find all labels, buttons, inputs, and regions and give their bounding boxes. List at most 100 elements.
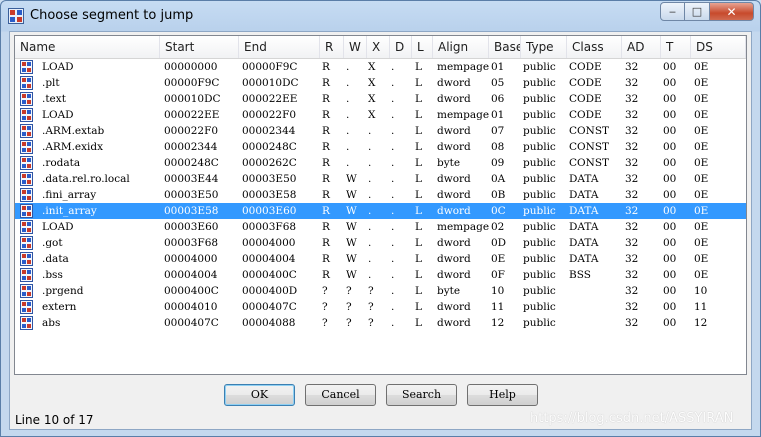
table-row[interactable]: .ARM.extab 000022F0 00002344 R... Ldword 07 pu… xyxy=(15,123,746,139)
cell-class xyxy=(569,299,622,315)
cell-base: 10 xyxy=(491,285,505,297)
cell-x: X xyxy=(368,77,376,89)
segment-icon xyxy=(20,124,33,138)
segment-list[interactable]: Name Start End R W X D L Align Base Type Class AD T DS… xyxy=(14,35,747,375)
table-row[interactable]: .plt 00000F9C 000010DC R. X. Ldword 05 public CO… xyxy=(15,75,746,91)
table-row[interactable]: .bss 00004004 0000400C R W.. Ldword 0F public BS… xyxy=(15,267,746,283)
cell-l: L xyxy=(415,93,422,105)
cell-base: 0A xyxy=(491,173,506,185)
table-row[interactable]: .fini_array 00003E50 00003E58 R W.. Ldword 0B p… xyxy=(15,187,746,203)
cell-d: . xyxy=(391,141,395,153)
column-header-start[interactable]: Start xyxy=(160,36,239,58)
cell-start: 00003E44 xyxy=(164,173,219,185)
cell-ds: 0E xyxy=(694,61,709,73)
table-row[interactable]: .got 00003F68 00004000 R W.. Ldword 0D public DA… xyxy=(15,235,746,251)
cell-class: CONST xyxy=(569,141,610,153)
table-row[interactable]: .prgend 0000400C 0000400D???. Lbyte 10 public… xyxy=(15,283,746,299)
column-header-type[interactable]: Type xyxy=(521,36,567,58)
title-bar[interactable]: Choose segment to jump ‒ □ ✕ xyxy=(1,1,760,31)
table-row[interactable]: .rodata 0000248C 0000262C R... Lbyte 09 public… xyxy=(15,155,746,171)
cell-x: X xyxy=(368,93,376,105)
cell-ad: 32 xyxy=(625,269,639,281)
column-header-ds[interactable]: DS xyxy=(691,36,746,58)
table-row[interactable]: LOAD 000022EE 000022F0 R. X. Lmempage 01 public… xyxy=(15,107,746,123)
segment-icon xyxy=(20,204,33,218)
ok-button[interactable]: OK xyxy=(224,384,295,406)
cancel-button[interactable]: Cancel xyxy=(305,384,376,406)
cell-d: . xyxy=(391,61,395,73)
table-row[interactable]: LOAD 00003E60 00003F68 R W.. Lmempage 02 public… xyxy=(15,219,746,235)
column-header-t[interactable]: T xyxy=(661,36,691,58)
cell-base: 01 xyxy=(491,61,505,73)
table-row[interactable]: .text 000010DC 000022EE R. X. Ldword 06 public C… xyxy=(15,91,746,107)
column-header-w[interactable]: W xyxy=(344,36,367,58)
column-header-ad[interactable]: AD xyxy=(622,36,661,58)
cell-w: . xyxy=(346,125,350,137)
cell-start: 000022EE xyxy=(164,109,220,121)
segment-icon xyxy=(20,60,33,74)
column-header-base[interactable]: Base xyxy=(489,36,521,58)
close-button[interactable]: ✕ xyxy=(710,2,754,21)
table-row[interactable]: .ARM.exidx 00002344 0000248C R... Ldword 08 pu… xyxy=(15,139,746,155)
table-row[interactable]: abs 0000407C 00004088???. Ldword 12 public 32 0… xyxy=(15,315,746,331)
table-row[interactable]: .data.rel.ro.local 00003E44 00003E50 R W.. Ld… xyxy=(15,171,746,187)
cell-l: L xyxy=(415,253,422,265)
list-rows: LOAD 00000000 00000F9C R. X. Lmempage 01 public… xyxy=(15,59,746,331)
maximize-button[interactable]: □ xyxy=(685,2,710,21)
column-header-r[interactable]: R xyxy=(320,36,344,58)
column-header-d[interactable]: D xyxy=(390,36,412,58)
cell-align: dword xyxy=(437,317,471,329)
cell-class: CODE xyxy=(569,109,602,121)
cell-name: LOAD xyxy=(42,109,74,121)
cell-d: . xyxy=(391,173,395,185)
cell-ad: 32 xyxy=(625,205,639,217)
cell-r: R xyxy=(322,189,330,201)
cell-d: . xyxy=(391,205,395,217)
cell-start: 00004000 xyxy=(164,253,218,265)
cell-type: public xyxy=(523,77,556,89)
help-button[interactable]: Help xyxy=(467,384,538,406)
cell-w: . xyxy=(346,61,350,73)
cell-r: R xyxy=(322,269,330,281)
column-header-x[interactable]: X xyxy=(367,36,390,58)
segment-icon xyxy=(20,300,33,314)
segment-icon xyxy=(20,284,33,298)
cell-class: BSS xyxy=(569,269,591,281)
cell-class xyxy=(569,283,622,299)
cell-w: W xyxy=(346,173,357,185)
cell-start: 0000248C xyxy=(164,157,219,169)
cell-ad: 32 xyxy=(625,285,639,297)
column-header-end[interactable]: End xyxy=(239,36,320,58)
table-row[interactable]: LOAD 00000000 00000F9C R. X. Lmempage 01 public… xyxy=(15,59,746,75)
cell-x: . xyxy=(368,237,372,249)
cell-base: 0D xyxy=(491,237,507,249)
cell-start: 00004010 xyxy=(164,301,218,313)
column-header-name[interactable]: Name xyxy=(15,36,160,58)
status-text: Line 10 of 17 xyxy=(15,413,94,427)
table-row[interactable]: extern 00004010 0000407C???. Ldword 11 public… xyxy=(15,299,746,315)
column-header-l[interactable]: L xyxy=(412,36,433,58)
cell-l: L xyxy=(415,157,422,169)
search-button[interactable]: Search xyxy=(386,384,457,406)
cell-ds: 0E xyxy=(694,189,709,201)
cell-ad: 32 xyxy=(625,189,639,201)
cell-end: 0000400D xyxy=(242,285,298,297)
table-row[interactable]: .init_array 00003E58 00003E60 R W.. Ldword 0C p… xyxy=(15,203,746,219)
table-row[interactable]: .data 00004000 00004004 R W.. Ldword 0E public D… xyxy=(15,251,746,267)
segment-icon xyxy=(20,108,33,122)
minimize-button[interactable]: ‒ xyxy=(660,2,685,21)
cell-type: public xyxy=(523,221,556,233)
cell-l: L xyxy=(415,269,422,281)
cell-x: . xyxy=(368,253,372,265)
cell-x: ? xyxy=(368,317,374,329)
cell-d: . xyxy=(391,189,395,201)
cell-type: public xyxy=(523,301,556,313)
cell-ad: 32 xyxy=(625,173,639,185)
cell-ad: 32 xyxy=(625,157,639,169)
cell-class: DATA xyxy=(569,189,599,201)
column-header-align[interactable]: Align xyxy=(433,36,489,58)
cell-align: dword xyxy=(437,173,471,185)
cell-ad: 32 xyxy=(625,237,639,249)
cell-ds: 11 xyxy=(694,301,708,313)
column-header-class[interactable]: Class xyxy=(567,36,622,58)
